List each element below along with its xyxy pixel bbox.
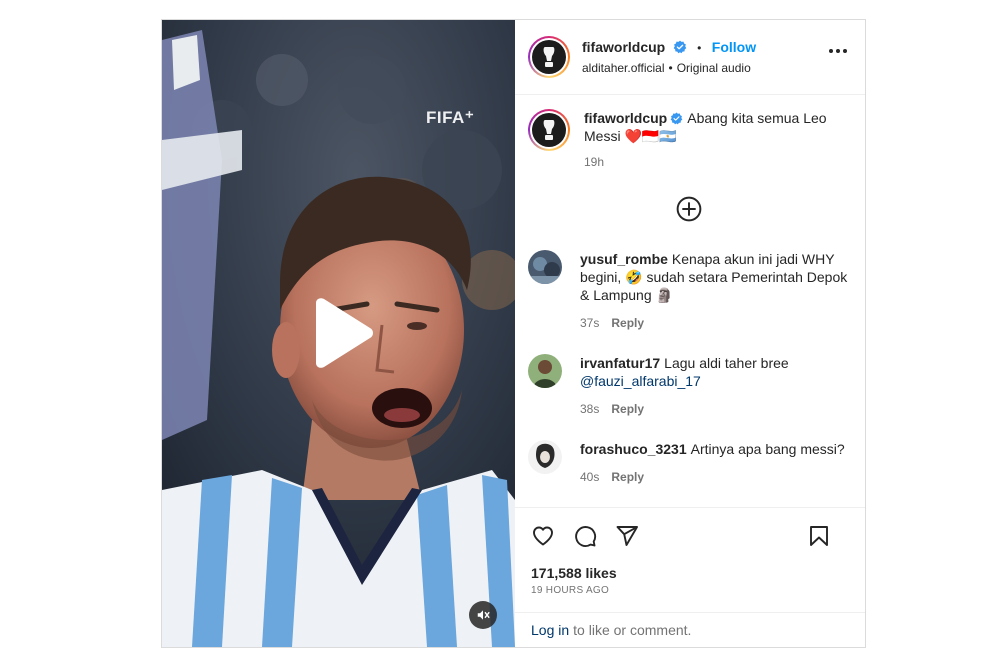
post-header: fifaworldcup • Follow alditaher.official… [515, 20, 865, 95]
separator-dot: • [697, 40, 702, 55]
circle-plus-icon [676, 196, 701, 222]
comments-section[interactable]: fifaworldcup Abang kita semua Leo Messi … [515, 95, 865, 507]
avatar-image [528, 440, 562, 474]
caption-username[interactable]: fifaworldcup [584, 110, 667, 126]
play-icon [316, 298, 373, 368]
mute-toggle-button[interactable] [469, 601, 497, 629]
audio-author[interactable]: alditaher.official [582, 61, 665, 75]
reel-video[interactable]: FIFA⁺ [162, 20, 515, 647]
post-actions-bar [515, 507, 865, 563]
post-timestamp[interactable]: 19 HOURS AGO [515, 585, 865, 596]
bookmark-icon[interactable] [807, 524, 831, 548]
speaker-muted-icon [477, 610, 490, 620]
comment-username[interactable]: irvanfatur17 [580, 355, 660, 371]
comment-text: Artinya apa bang messi? [690, 441, 845, 457]
comment-item: forashuco_3231 Artinya apa bang messi? 40… [528, 440, 849, 486]
comment-timestamp[interactable]: 40s [580, 468, 599, 486]
comment-item: yusuf_rombe Kenapa akun ini jadi WHY begi… [528, 250, 849, 332]
load-more-comments-button[interactable] [528, 196, 849, 222]
verified-badge-icon [673, 40, 686, 53]
world-cup-trophy-icon [543, 47, 555, 67]
login-prompt: Log in to like or comment. [515, 612, 865, 647]
reply-button[interactable]: Reply [611, 314, 644, 332]
author-avatar[interactable] [528, 36, 570, 78]
more-options-icon[interactable] [829, 49, 847, 53]
comment-timestamp[interactable]: 37s [580, 314, 599, 332]
commenter-avatar[interactable] [528, 440, 562, 474]
comment-mention-link[interactable]: @fauzi_alfarabi_17 [580, 373, 701, 389]
login-suffix-text: to like or comment. [573, 622, 692, 638]
separator-dot: • [668, 60, 673, 75]
paper-plane-icon[interactable] [615, 524, 639, 548]
caption: fifaworldcup Abang kita semua Leo Messi … [528, 109, 849, 171]
world-cup-trophy-icon [543, 120, 555, 140]
follow-button[interactable]: Follow [712, 39, 756, 55]
login-link[interactable]: Log in [531, 622, 569, 638]
avatar-image [528, 354, 562, 388]
comment-timestamp[interactable]: 38s [580, 400, 599, 418]
fifa-plus-watermark: FIFA⁺ [426, 108, 475, 127]
heart-icon[interactable] [531, 524, 555, 548]
likes-count[interactable]: 171,588 likes [515, 565, 865, 581]
author-username[interactable]: fifaworldcup [582, 39, 665, 55]
play-button[interactable] [308, 297, 374, 369]
caption-author-avatar[interactable] [528, 109, 570, 151]
verified-badge-icon [670, 112, 683, 125]
comment-bubble-icon[interactable] [573, 524, 597, 548]
comment-username[interactable]: forashuco_3231 [580, 441, 687, 457]
commenter-avatar[interactable] [528, 250, 562, 284]
reply-button[interactable]: Reply [611, 400, 644, 418]
commenter-avatar[interactable] [528, 354, 562, 388]
comment-text: Lagu aldi taher bree [664, 355, 789, 371]
comment-username[interactable]: yusuf_rombe [580, 251, 668, 267]
instagram-post: FIFA⁺ fifaworldcup • Follow alditaher.of… [161, 19, 866, 648]
post-side-panel: fifaworldcup • Follow alditaher.official… [515, 20, 865, 647]
audio-label[interactable]: Original audio [677, 61, 751, 75]
avatar-image [528, 250, 562, 284]
reply-button[interactable]: Reply [611, 468, 644, 486]
comment-item: irvanfatur17 Lagu aldi taher bree @fauzi_… [528, 354, 849, 418]
caption-timestamp[interactable]: 19h [584, 153, 604, 171]
